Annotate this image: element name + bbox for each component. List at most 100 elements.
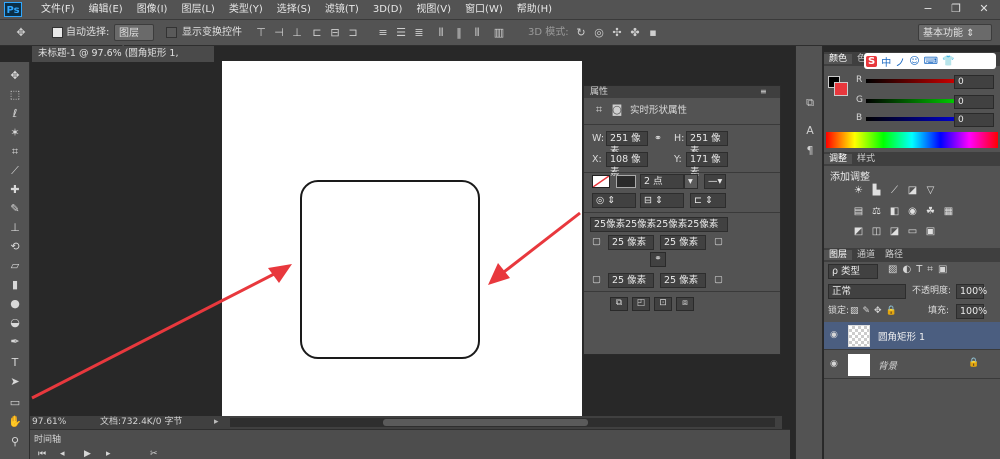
link-icon[interactable]: ⚭ — [654, 131, 662, 146]
lock-icons[interactable]: ▨✎✥🔒 — [850, 306, 901, 316]
tab-styles[interactable]: 样式 — [852, 154, 880, 164]
move-tool-icon[interactable]: ✥ — [14, 26, 28, 40]
layer-row[interactable]: ◉ 背景 🔒 — [824, 351, 1000, 379]
ime-chinese[interactable]: 中 — [881, 54, 891, 69]
ime-emoji[interactable]: ☺ — [909, 56, 919, 67]
properties-tab[interactable]: 属性 — [590, 86, 608, 98]
show-transform-checkbox[interactable] — [166, 27, 177, 38]
gradient-tool-icon[interactable]: ▮ — [6, 277, 24, 293]
channel-mixer-icon[interactable]: ☘ — [924, 206, 937, 218]
background-color[interactable] — [834, 82, 848, 96]
panel-menu-icon[interactable]: ≡ — [760, 86, 767, 98]
blur-tool-icon[interactable]: ● — [6, 296, 24, 312]
rounded-rectangle-tool-icon[interactable]: ▭ — [6, 395, 24, 411]
align-left-icon[interactable]: ⊏ — [310, 26, 324, 40]
tab-color[interactable]: 颜色 — [824, 54, 853, 64]
distribute-vcenter-icon[interactable]: ☰ — [394, 26, 408, 40]
layer-name[interactable]: 背景 — [878, 358, 897, 372]
eraser-tool-icon[interactable]: ▱ — [6, 258, 24, 274]
vibrance-icon[interactable]: ▽ — [924, 185, 937, 197]
history-brush-tool-icon[interactable]: ⟲ — [6, 239, 24, 255]
dodge-tool-icon[interactable]: ◒ — [6, 315, 24, 331]
minimize-button[interactable]: − — [914, 1, 942, 17]
link-corners-icon[interactable]: ⚭ — [650, 252, 666, 267]
hand-tool-icon[interactable]: ✋ — [6, 414, 24, 430]
workspace-dropdown[interactable]: 基本功能 ⇕ — [918, 24, 992, 41]
x-input[interactable]: 108 像素 — [606, 152, 648, 178]
filter-adjust-icon[interactable]: ◐ — [902, 264, 916, 275]
type-tool-icon[interactable]: T — [6, 355, 24, 371]
clone-stamp-tool-icon[interactable]: ⊥ — [6, 220, 24, 236]
layer-row[interactable]: ◉ 圆角矩形 1 — [824, 322, 1000, 350]
corner-bl-input[interactable]: 25 像素 — [608, 273, 654, 288]
menu-layer[interactable]: 图层(L) — [174, 0, 221, 20]
zoom-level[interactable]: 97.61% — [32, 416, 66, 429]
paragraph-icon[interactable]: ¶ — [803, 144, 817, 158]
visibility-eye-icon[interactable]: ◉ — [830, 330, 838, 340]
auto-align-icon[interactable]: ▥ — [492, 26, 506, 40]
auto-select-dropdown[interactable]: 图层 ⇕ — [114, 24, 154, 56]
pan3d-icon[interactable]: ✣ — [610, 26, 624, 40]
rounded-rectangle-shape[interactable] — [300, 180, 480, 359]
distribute-right-icon[interactable]: ⫴ — [470, 26, 484, 40]
crop-tool-icon[interactable]: ⌗ — [6, 144, 24, 160]
menu-file[interactable]: 文件(F) — [34, 0, 82, 20]
tab-channels[interactable]: 通道 — [852, 250, 880, 260]
align-vcenter-icon[interactable]: ⊣ — [272, 26, 286, 40]
brush-tool-icon[interactable]: ✎ — [6, 201, 24, 217]
g-input[interactable]: 0 — [954, 95, 994, 109]
filter-shape-icon[interactable]: ⌗ — [927, 264, 938, 275]
ime-punct[interactable]: ノ — [895, 54, 905, 69]
zoom-tool-icon[interactable]: ⚲ — [6, 434, 24, 450]
rotate3d-icon[interactable]: ↻ — [574, 26, 588, 40]
info-arrow-icon[interactable]: ▸ — [214, 416, 219, 429]
lasso-tool-icon[interactable]: ℓ — [6, 106, 24, 122]
b-input[interactable]: 0 — [954, 113, 994, 127]
subtract-shapes-icon[interactable]: ◰ — [632, 297, 650, 311]
menu-edit[interactable]: 编辑(E) — [82, 0, 130, 20]
scissors-icon[interactable]: ✂ — [150, 449, 158, 459]
next-frame-icon[interactable]: ▸ — [106, 449, 111, 459]
align-stroke-dropdown[interactable]: ◎ ⇕ — [592, 193, 636, 208]
combine-shapes-icon[interactable]: ⧉ — [610, 297, 628, 311]
intersect-shapes-icon[interactable]: ⊡ — [654, 297, 672, 311]
distribute-top-icon[interactable]: ≡ — [376, 26, 390, 40]
curves-icon[interactable]: ⟋ — [888, 185, 901, 197]
corner-tr-input[interactable]: 25 像素 — [660, 235, 706, 250]
color-spectrum[interactable] — [826, 132, 998, 148]
photo-filter-icon[interactable]: ◉ — [906, 206, 919, 218]
menu-window[interactable]: 窗口(W) — [458, 0, 510, 20]
distribute-bottom-icon[interactable]: ≣ — [412, 26, 426, 40]
prev-frame-icon[interactable]: ◂ — [60, 449, 65, 459]
play-icon[interactable]: ▶ — [84, 449, 91, 459]
width-input[interactable]: 251 像素 — [606, 131, 648, 157]
eyedropper-tool-icon[interactable]: ⟋ — [6, 163, 24, 179]
distribute-hcenter-icon[interactable]: ‖ — [452, 26, 466, 40]
document-tab[interactable]: 未标题-1 @ 97.6% (圆角矩形 1, RGB/8) * ✕ — [32, 46, 214, 75]
ime-skin[interactable]: 👕 — [942, 56, 954, 67]
invert-icon[interactable]: ◩ — [852, 226, 865, 238]
slide3d-icon[interactable]: ✤ — [628, 26, 642, 40]
tab-paths[interactable]: 路径 — [880, 250, 908, 260]
layer-name[interactable]: 圆角矩形 1 — [878, 329, 925, 343]
blend-mode-dropdown[interactable]: 正常 — [828, 284, 906, 299]
menu-help[interactable]: 帮助(H) — [510, 0, 559, 20]
corner-radius-all-input[interactable]: 25像素25像素25像素25像素 — [590, 217, 728, 232]
menu-view[interactable]: 视图(V) — [409, 0, 458, 20]
marquee-tool-icon[interactable]: ⬚ — [6, 87, 24, 103]
align-hcenter-icon[interactable]: ⊟ — [328, 26, 342, 40]
brightness-icon[interactable]: ☀ — [852, 185, 865, 197]
gradient-map-icon[interactable]: ▭ — [906, 226, 919, 238]
close-button[interactable]: ✕ — [970, 1, 998, 17]
color-lookup-icon[interactable]: ▦ — [942, 206, 955, 218]
menu-type[interactable]: 类型(Y) — [222, 0, 270, 20]
stroke-width-dropdown-icon[interactable]: ▾ — [684, 174, 698, 189]
exclude-shapes-icon[interactable]: ⧈ — [676, 297, 694, 311]
tab-adjustments[interactable]: 调整 — [824, 154, 853, 164]
menu-3d[interactable]: 3D(D) — [366, 0, 410, 20]
ime-keyboard[interactable]: ⌨ — [924, 56, 938, 67]
selective-color-icon[interactable]: ▣ — [924, 226, 937, 238]
stroke-swatch[interactable] — [616, 175, 636, 188]
fill-input[interactable]: 100% — [956, 304, 987, 319]
roll3d-icon[interactable]: ◎ — [592, 26, 606, 40]
